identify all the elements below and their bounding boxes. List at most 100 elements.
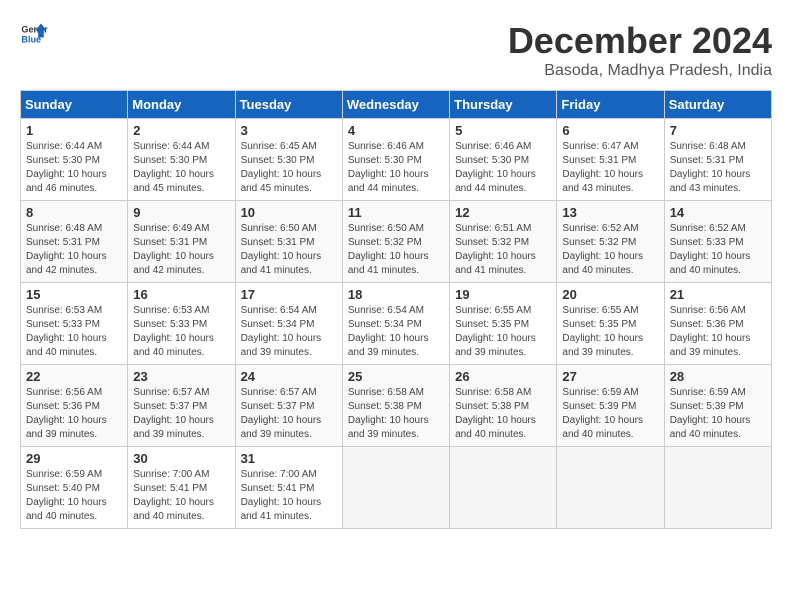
day-info: Sunrise: 6:53 AM Sunset: 5:33 PM Dayligh… <box>133 304 229 360</box>
table-row: 18 Sunrise: 6:54 AM Sunset: 5:34 PM Dayli… <box>342 283 449 365</box>
header-tuesday: Tuesday <box>235 91 342 119</box>
table-row: 29 Sunrise: 6:59 AM Sunset: 5:40 PM Dayli… <box>21 447 128 529</box>
day-number: 12 <box>455 205 551 220</box>
day-number: 10 <box>241 205 337 220</box>
day-info: Sunrise: 6:44 AM Sunset: 5:30 PM Dayligh… <box>26 140 122 196</box>
logo-icon: General Blue <box>20 20 48 48</box>
day-info: Sunrise: 6:57 AM Sunset: 5:37 PM Dayligh… <box>241 386 337 442</box>
calendar-week-row: 1 Sunrise: 6:44 AM Sunset: 5:30 PM Daylig… <box>21 119 772 201</box>
table-row: 19 Sunrise: 6:55 AM Sunset: 5:35 PM Dayli… <box>450 283 557 365</box>
table-row: 14 Sunrise: 6:52 AM Sunset: 5:33 PM Dayli… <box>664 201 771 283</box>
table-row: 16 Sunrise: 6:53 AM Sunset: 5:33 PM Dayli… <box>128 283 235 365</box>
day-number: 20 <box>562 287 658 302</box>
header-thursday: Thursday <box>450 91 557 119</box>
day-info: Sunrise: 6:48 AM Sunset: 5:31 PM Dayligh… <box>26 222 122 278</box>
day-number: 27 <box>562 369 658 384</box>
calendar-week-row: 22 Sunrise: 6:56 AM Sunset: 5:36 PM Dayli… <box>21 365 772 447</box>
logo: General Blue <box>20 20 48 48</box>
day-info: Sunrise: 6:59 AM Sunset: 5:40 PM Dayligh… <box>26 468 122 524</box>
day-number: 19 <box>455 287 551 302</box>
day-number: 22 <box>26 369 122 384</box>
day-info: Sunrise: 6:45 AM Sunset: 5:30 PM Dayligh… <box>241 140 337 196</box>
day-info: Sunrise: 7:00 AM Sunset: 5:41 PM Dayligh… <box>133 468 229 524</box>
header-saturday: Saturday <box>664 91 771 119</box>
table-row: 20 Sunrise: 6:55 AM Sunset: 5:35 PM Dayli… <box>557 283 664 365</box>
day-info: Sunrise: 6:53 AM Sunset: 5:33 PM Dayligh… <box>26 304 122 360</box>
table-row: 15 Sunrise: 6:53 AM Sunset: 5:33 PM Dayli… <box>21 283 128 365</box>
table-row: 8Sunrise: 6:48 AM Sunset: 5:31 PM Daylig… <box>21 201 128 283</box>
day-info: Sunrise: 6:50 AM Sunset: 5:31 PM Dayligh… <box>241 222 337 278</box>
table-row <box>342 447 449 529</box>
day-info: Sunrise: 6:55 AM Sunset: 5:35 PM Dayligh… <box>562 304 658 360</box>
day-number: 29 <box>26 451 122 466</box>
day-number: 15 <box>26 287 122 302</box>
day-info: Sunrise: 6:54 AM Sunset: 5:34 PM Dayligh… <box>241 304 337 360</box>
location-subtitle: Basoda, Madhya Pradesh, India <box>508 62 772 80</box>
day-info: Sunrise: 6:55 AM Sunset: 5:35 PM Dayligh… <box>455 304 551 360</box>
table-row: 9Sunrise: 6:49 AM Sunset: 5:31 PM Daylig… <box>128 201 235 283</box>
table-row: 7 Sunrise: 6:48 AM Sunset: 5:31 PM Daylig… <box>664 119 771 201</box>
table-row: 6Sunrise: 6:47 AM Sunset: 5:31 PM Daylig… <box>557 119 664 201</box>
day-info: Sunrise: 6:46 AM Sunset: 5:30 PM Dayligh… <box>348 140 444 196</box>
header-wednesday: Wednesday <box>342 91 449 119</box>
table-row: 10 Sunrise: 6:50 AM Sunset: 5:31 PM Dayli… <box>235 201 342 283</box>
calendar-week-row: 29 Sunrise: 6:59 AM Sunset: 5:40 PM Dayli… <box>21 447 772 529</box>
day-number: 2 <box>133 123 229 138</box>
table-row: 28Sunrise: 6:59 AM Sunset: 5:39 PM Dayli… <box>664 365 771 447</box>
table-row: 25 Sunrise: 6:58 AM Sunset: 5:38 PM Dayli… <box>342 365 449 447</box>
table-row: 17 Sunrise: 6:54 AM Sunset: 5:34 PM Dayli… <box>235 283 342 365</box>
calendar-table: Sunday Monday Tuesday Wednesday Thursday… <box>20 90 772 529</box>
day-number: 31 <box>241 451 337 466</box>
table-row <box>664 447 771 529</box>
header-monday: Monday <box>128 91 235 119</box>
day-info: Sunrise: 6:52 AM Sunset: 5:33 PM Dayligh… <box>670 222 766 278</box>
table-row <box>450 447 557 529</box>
day-info: Sunrise: 6:52 AM Sunset: 5:32 PM Dayligh… <box>562 222 658 278</box>
page-header: General Blue December 2024 Basoda, Madhy… <box>20 20 772 80</box>
table-row: 11 Sunrise: 6:50 AM Sunset: 5:32 PM Dayli… <box>342 201 449 283</box>
day-info: Sunrise: 6:47 AM Sunset: 5:31 PM Dayligh… <box>562 140 658 196</box>
day-info: Sunrise: 7:00 AM Sunset: 5:41 PM Dayligh… <box>241 468 337 524</box>
table-row: 1 Sunrise: 6:44 AM Sunset: 5:30 PM Daylig… <box>21 119 128 201</box>
day-number: 11 <box>348 205 444 220</box>
day-info: Sunrise: 6:44 AM Sunset: 5:30 PM Dayligh… <box>133 140 229 196</box>
day-number: 5 <box>455 123 551 138</box>
day-number: 18 <box>348 287 444 302</box>
day-number: 17 <box>241 287 337 302</box>
day-info: Sunrise: 6:50 AM Sunset: 5:32 PM Dayligh… <box>348 222 444 278</box>
table-row: 4 Sunrise: 6:46 AM Sunset: 5:30 PM Daylig… <box>342 119 449 201</box>
table-row: 26Sunrise: 6:58 AM Sunset: 5:38 PM Dayli… <box>450 365 557 447</box>
day-info: Sunrise: 6:46 AM Sunset: 5:30 PM Dayligh… <box>455 140 551 196</box>
title-section: December 2024 Basoda, Madhya Pradesh, In… <box>508 20 772 80</box>
day-number: 9 <box>133 205 229 220</box>
table-row: 3Sunrise: 6:45 AM Sunset: 5:30 PM Daylig… <box>235 119 342 201</box>
day-info: Sunrise: 6:56 AM Sunset: 5:36 PM Dayligh… <box>26 386 122 442</box>
day-number: 13 <box>562 205 658 220</box>
header-sunday: Sunday <box>21 91 128 119</box>
day-info: Sunrise: 6:59 AM Sunset: 5:39 PM Dayligh… <box>562 386 658 442</box>
calendar-week-row: 8Sunrise: 6:48 AM Sunset: 5:31 PM Daylig… <box>21 201 772 283</box>
day-info: Sunrise: 6:59 AM Sunset: 5:39 PM Dayligh… <box>670 386 766 442</box>
table-row: 13 Sunrise: 6:52 AM Sunset: 5:32 PM Dayli… <box>557 201 664 283</box>
day-number: 16 <box>133 287 229 302</box>
day-number: 4 <box>348 123 444 138</box>
day-number: 14 <box>670 205 766 220</box>
table-row: 21Sunrise: 6:56 AM Sunset: 5:36 PM Dayli… <box>664 283 771 365</box>
table-row: 5 Sunrise: 6:46 AM Sunset: 5:30 PM Daylig… <box>450 119 557 201</box>
day-info: Sunrise: 6:48 AM Sunset: 5:31 PM Dayligh… <box>670 140 766 196</box>
table-row <box>557 447 664 529</box>
day-info: Sunrise: 6:58 AM Sunset: 5:38 PM Dayligh… <box>348 386 444 442</box>
header-friday: Friday <box>557 91 664 119</box>
day-number: 7 <box>670 123 766 138</box>
table-row: 22 Sunrise: 6:56 AM Sunset: 5:36 PM Dayli… <box>21 365 128 447</box>
table-row: 27 Sunrise: 6:59 AM Sunset: 5:39 PM Dayli… <box>557 365 664 447</box>
day-number: 1 <box>26 123 122 138</box>
day-info: Sunrise: 6:56 AM Sunset: 5:36 PM Dayligh… <box>670 304 766 360</box>
table-row: 24Sunrise: 6:57 AM Sunset: 5:37 PM Dayli… <box>235 365 342 447</box>
day-number: 25 <box>348 369 444 384</box>
day-info: Sunrise: 6:54 AM Sunset: 5:34 PM Dayligh… <box>348 304 444 360</box>
table-row: 2 Sunrise: 6:44 AM Sunset: 5:30 PM Daylig… <box>128 119 235 201</box>
table-row: 30 Sunrise: 7:00 AM Sunset: 5:41 PM Dayli… <box>128 447 235 529</box>
day-number: 30 <box>133 451 229 466</box>
day-info: Sunrise: 6:57 AM Sunset: 5:37 PM Dayligh… <box>133 386 229 442</box>
